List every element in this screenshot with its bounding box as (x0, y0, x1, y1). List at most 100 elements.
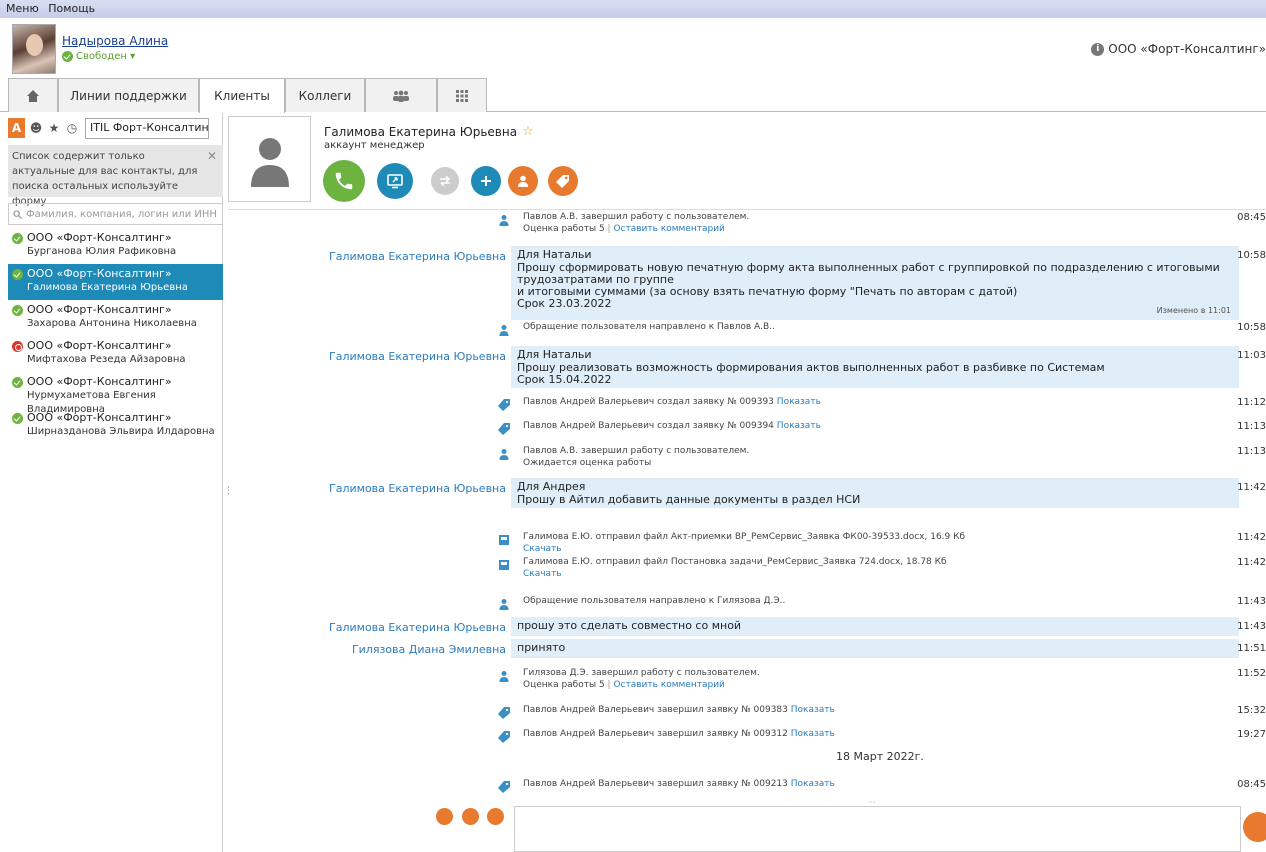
user-name[interactable]: Надырова Алина (62, 34, 168, 48)
message-bubble: Для Андрея Прошу в Айтил добавить данные … (511, 478, 1239, 508)
emoji-icon[interactable] (487, 808, 504, 825)
contact-search-input[interactable]: Фамилия, компания, логин или ИНН (8, 203, 223, 225)
contact-list-item[interactable]: ООО «Форт-Консалтинг» Мифтахова Резеда Ай… (8, 336, 223, 372)
search-history-icon[interactable] (436, 808, 453, 825)
phone-icon (335, 172, 353, 190)
call-button[interactable] (323, 160, 365, 202)
close-icon[interactable]: ✕ (207, 149, 217, 164)
tab-apps[interactable] (437, 78, 487, 112)
show-ticket-link[interactable]: Показать (777, 397, 821, 407)
event-time: 11:52 (1237, 668, 1266, 679)
screen-share-button[interactable] (377, 163, 413, 199)
leave-comment-link[interactable]: Оставить комментарий (613, 224, 724, 234)
attach-file-icon[interactable] (462, 808, 479, 825)
tab-home[interactable] (8, 78, 58, 112)
info-icon: i (1091, 42, 1105, 56)
message-author[interactable]: Галимова Екатерина Юрьевна (329, 350, 506, 363)
person-icon (498, 445, 510, 460)
show-ticket-link[interactable]: Показать (777, 421, 821, 431)
event-time: 11:13 (1237, 446, 1266, 457)
filter-alphabet-button[interactable]: A (8, 118, 25, 138)
contact-list-item[interactable]: ООО «Форт-Консалтинг» Захарова Антонина Н… (8, 300, 223, 336)
contact-company-name: ООО «Форт-Консалтинг» (27, 411, 172, 424)
tab-groups[interactable] (365, 78, 437, 112)
menu-item-help[interactable]: Помощь (48, 2, 95, 15)
company-info[interactable]: i ООО «Форт-Консалтинг» (1091, 42, 1266, 56)
message-bubble: Для Натальи Прошу реализовать возможность… (511, 346, 1239, 388)
clock-filter-icon[interactable]: ◷ (65, 121, 79, 135)
tag-icon (556, 175, 569, 188)
contact-list-item[interactable]: ООО «Форт-Консалтинг» Бурганова Юлия Рафи… (8, 228, 223, 264)
download-link[interactable]: Скачать (523, 569, 562, 579)
resize-handle[interactable]: ··· (868, 798, 876, 807)
favorite-star-icon[interactable]: ☆ (522, 124, 534, 139)
company-name: ООО «Форт-Консалтинг» (1108, 42, 1266, 56)
contact-list-item[interactable]: ООО «Форт-Консалтинг» Ширназданова Эльвир… (8, 408, 223, 444)
contact-person-name: Захарова Антонина Николаевна (27, 318, 197, 329)
message-author[interactable]: Галимова Екатерина Юрьевна (329, 250, 506, 263)
contact-person-name: Ширназданова Эльвира Илдаровна (27, 426, 215, 437)
file-icon (498, 531, 510, 545)
event-time: 08:45 (1237, 779, 1266, 790)
star-filter-icon[interactable]: ★ (47, 121, 61, 135)
status-online-icon (12, 304, 23, 316)
message-time: 10:58 (1237, 250, 1266, 261)
tab-colleagues[interactable]: Коллеги (285, 78, 365, 112)
tab-clients[interactable]: Клиенты (199, 78, 285, 113)
show-ticket-link[interactable]: Показать (791, 705, 835, 715)
event-text: Павлов Андрей Валерьевич завершил заявку… (523, 779, 788, 789)
create-ticket-button[interactable] (548, 166, 578, 196)
person-filter-icon[interactable]: ☻ (29, 121, 43, 135)
show-ticket-link[interactable]: Показать (791, 729, 835, 739)
add-button[interactable] (471, 166, 501, 196)
leave-comment-link[interactable]: Оставить комментарий (613, 680, 724, 690)
transfer-button[interactable] (431, 167, 459, 195)
user-avatar[interactable] (12, 24, 56, 74)
splitter-handle[interactable]: ⋮ (224, 486, 233, 496)
file-icon (498, 556, 510, 570)
message-time: 11:51 (1237, 643, 1266, 654)
contact-company-name: ООО «Форт-Консалтинг» (27, 375, 172, 388)
message-line: Для Андрея (517, 480, 586, 493)
plus-icon (481, 176, 491, 186)
message-author[interactable]: Галимова Екатерина Юрьевна (329, 482, 506, 495)
ticket-icon (498, 778, 510, 793)
event-text: Обращение пользователя направлено к Гиля… (523, 596, 786, 606)
send-message-button[interactable] (1243, 812, 1266, 842)
ticket-icon (498, 704, 510, 719)
contact-company: ООО «Форт-Консалтинг» (12, 411, 219, 425)
contact-list-item[interactable]: ООО «Форт-Консалтинг» Нурмухаметова Евген… (8, 372, 223, 415)
show-ticket-link[interactable]: Показать (791, 779, 835, 789)
person-icon (498, 211, 510, 226)
message-author[interactable]: Галимова Екатерина Юрьевна (329, 621, 506, 634)
sidebar-notice-text: Список содержит только актуальные для ва… (12, 151, 198, 207)
download-link[interactable]: Скачать (523, 544, 562, 554)
event-subtext: Оценка работы 5 (523, 680, 605, 690)
contact-company-name: ООО «Форт-Консалтинг» (27, 267, 172, 280)
message-line: Для Натальи (517, 348, 592, 361)
tab-support-lines[interactable]: Линии поддержки (58, 78, 199, 112)
menu-item-menu[interactable]: Меню (6, 2, 39, 15)
contact-group-select[interactable]: ITIL Форт-Консалтинг ▾ (85, 117, 209, 139)
message-line: Прошу реализовать возможность формирован… (517, 361, 1105, 374)
date-separator: 18 Март 2022г. (836, 750, 924, 763)
contact-list-item[interactable]: ООО «Форт-Консалтинг» Галимова Екатерина … (8, 264, 223, 300)
ticket-icon (498, 728, 510, 743)
event-time: 11:42 (1237, 532, 1266, 543)
status-online-icon (62, 51, 73, 62)
message-author[interactable]: Гилязова Диана Эмилевна (352, 643, 506, 656)
event-entry: Галимова Е.Ю. отправил файл Акт-приемки … (523, 531, 965, 555)
contact-avatar (228, 116, 311, 202)
tab-bar: Линии поддержки Клиенты Коллеги (0, 78, 1266, 113)
edited-note: Изменено в 11:01 (1156, 306, 1231, 315)
event-time: 11:12 (1237, 397, 1266, 408)
message-input[interactable] (514, 806, 1241, 852)
menu-bar: Меню Помощь (0, 0, 1266, 18)
contact-header: Галимова Екатерина Юрьевна ☆ аккаунт мен… (228, 113, 1266, 210)
user-status[interactable]: Свободен ▾ (62, 51, 135, 62)
contact-group-select-value: ITIL Форт-Консалтинг (90, 120, 209, 134)
event-time: 11:42 (1237, 557, 1266, 568)
home-icon (27, 89, 39, 102)
contact-company: ООО «Форт-Консалтинг» (12, 231, 219, 245)
contact-card-button[interactable] (508, 166, 538, 196)
